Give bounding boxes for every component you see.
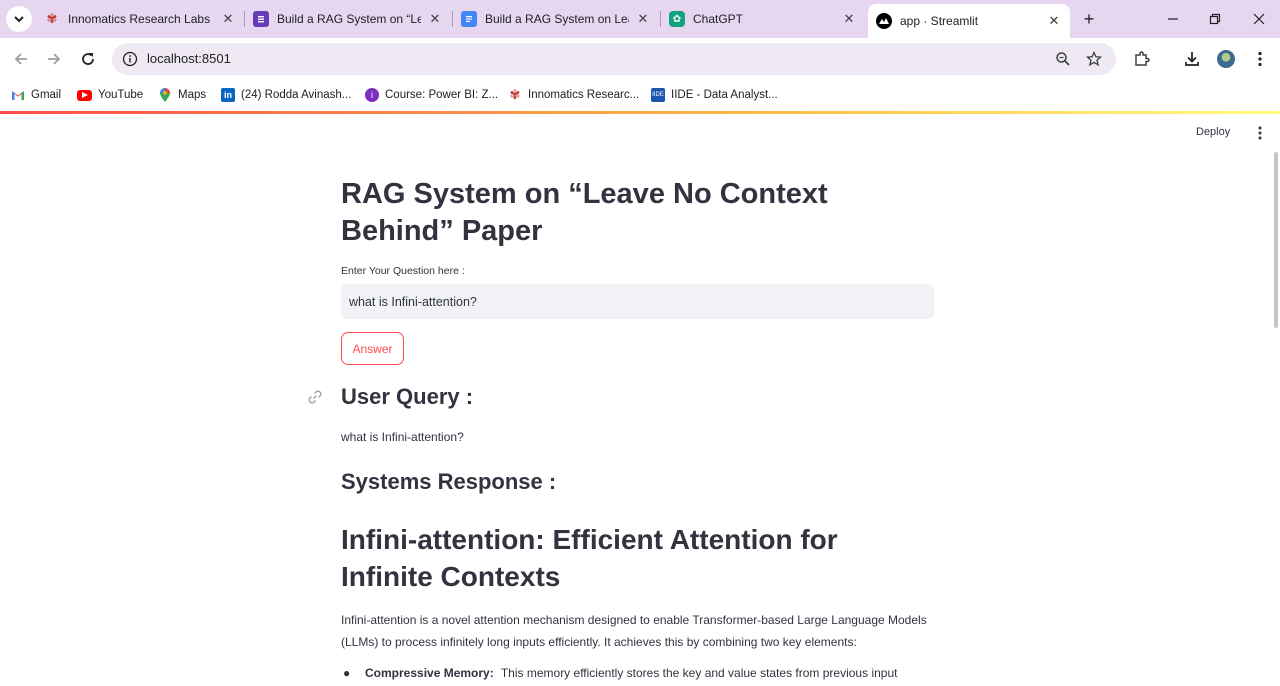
close-icon[interactable]: ✕ [427,11,443,27]
response-paragraph: Infini-attention is a novel attention me… [341,613,927,649]
linkedin-icon: in [221,88,235,102]
close-icon[interactable]: ✕ [220,11,236,27]
site-info-icon[interactable] [122,51,138,67]
new-tab-button[interactable]: + [1078,8,1100,30]
profile-avatar[interactable] [1216,49,1236,69]
page-title: RAG System on “Leave No Context Behind” … [341,178,828,247]
url-text[interactable]: localhost:8501 [147,51,231,66]
bookmark-maps[interactable]: Maps [158,86,206,104]
zoom-icon[interactable] [1054,50,1072,68]
user-query-heading: User Query : [341,384,474,409]
link-icon[interactable] [307,389,325,407]
tab-rag-doc[interactable]: Build a RAG System on Leav ✕ [453,4,659,34]
bookmark-youtube[interactable]: YouTube [77,86,143,104]
arrow-right-icon [48,53,61,65]
reload-icon [82,53,94,65]
back-button[interactable] [10,48,32,70]
bookmark-linkedin[interactable]: in (24) Rodda Avinash... [221,86,351,104]
innomatics-icon: ✾ [509,87,521,102]
response-heading: Systems Response : [341,469,557,494]
bookmark-innomatics[interactable]: ✾ Innomatics Researc... [508,86,640,104]
main-menu-button[interactable] [1254,125,1266,141]
tab-search-button[interactable] [6,6,32,32]
bookmark-gmail[interactable]: Gmail [11,86,61,104]
chatgpt-icon: ✿ [669,11,685,27]
close-window-button[interactable] [1248,8,1270,30]
minimize-icon [1168,18,1178,20]
iide-icon: IIDE [651,88,665,102]
question-label: Enter Your Question here : [341,265,465,277]
maps-icon [158,88,172,102]
close-icon[interactable]: ✕ [841,11,857,27]
youtube-icon [77,89,92,101]
restore-icon [1209,13,1221,25]
download-icon[interactable] [1182,49,1202,69]
tab-strip: ✾ Innomatics Research Labs ✕ Build a RAG… [0,0,1280,38]
arrow-left-icon [14,53,27,65]
bookmark-iide[interactable]: IIDE IIDE - Data Analyst... [651,86,778,104]
bullet-term: Compressive Memory: [365,666,494,680]
tab-rag-form[interactable]: Build a RAG System on “Lea ✕ [245,4,451,34]
extensions-icon[interactable] [1132,49,1152,69]
course-icon: i [365,88,379,102]
list-item: ● Compressive Memory: This memory effici… [341,666,937,680]
minimize-button[interactable] [1162,8,1184,30]
chevron-down-icon [14,16,24,23]
close-icon[interactable]: ✕ [635,11,651,27]
bookmarks-bar: Gmail YouTube Maps in (24) Rodda Avinash… [0,80,1280,110]
deploy-button[interactable]: Deploy [1196,126,1230,138]
innomatics-icon: ✾ [46,11,58,26]
close-icon[interactable]: ✕ [1046,13,1062,29]
tab-chatgpt[interactable]: ✿ ChatGPT ✕ [661,4,865,34]
bullet-dot: ● [343,666,351,680]
tab-streamlit[interactable]: app · Streamlit ✕ [868,4,1070,38]
scrollbar[interactable] [1274,152,1278,328]
tab-innomatics[interactable]: ✾ Innomatics Research Labs ✕ [36,4,244,34]
browser-menu-icon[interactable] [1250,49,1270,69]
address-bar[interactable]: localhost:8501 [112,43,1116,75]
question-input[interactable] [341,284,934,319]
answer-button[interactable]: Answer [341,332,404,365]
response-title: Infini-attention: Efficient Attention fo… [341,524,838,592]
bullet-text: This memory efficiently stores the key a… [500,666,898,680]
bookmark-course[interactable]: i Course: Power BI: Z... [365,86,498,104]
user-query-text: what is Infini-attention? [341,430,464,444]
gmail-icon [11,88,25,102]
more-vertical-icon [1258,126,1262,140]
reload-button[interactable] [77,48,99,70]
docs-icon [461,11,477,27]
close-icon [1253,13,1265,25]
browser-toolbar: localhost:8501 [0,38,1280,80]
streamlit-header: Deploy [0,114,1280,154]
restore-button[interactable] [1204,8,1226,30]
forms-icon [253,11,269,27]
streamlit-icon [876,13,892,29]
star-icon[interactable] [1085,50,1103,68]
forward-button[interactable] [43,48,65,70]
